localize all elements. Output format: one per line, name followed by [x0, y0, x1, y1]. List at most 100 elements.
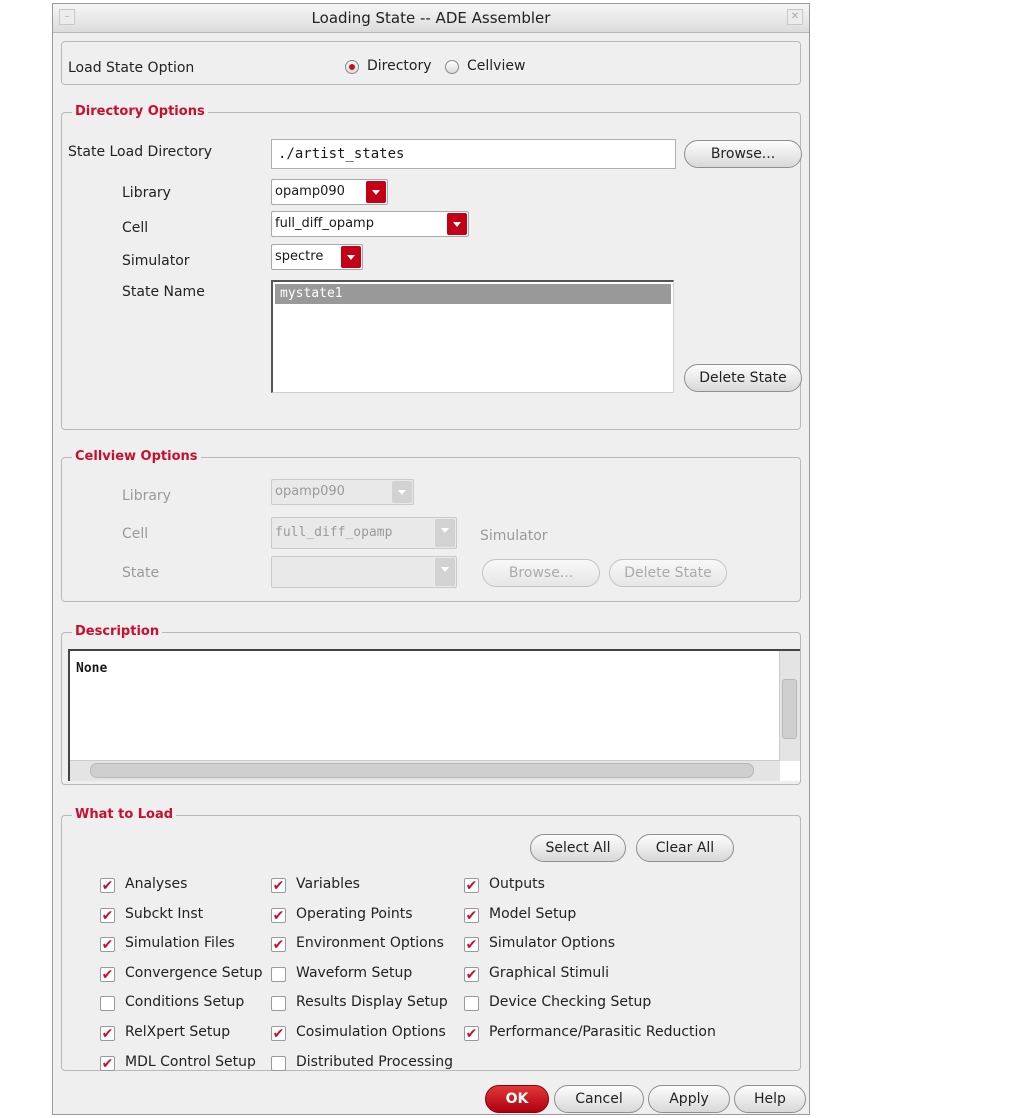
cellview-cell-value: full_diff_opamp	[275, 525, 393, 540]
chevron-down-icon[interactable]	[392, 481, 412, 503]
select-all-button[interactable]: Select All	[530, 834, 626, 862]
directory-radio[interactable]	[345, 60, 359, 74]
cellview-options-group: Cellview Options Library opamp090 Cell f…	[61, 449, 801, 602]
ok-button[interactable]: OK	[485, 1085, 549, 1113]
checkbox-label[interactable]: Graphical Stimuli	[489, 965, 609, 981]
chevron-down-icon[interactable]	[447, 213, 467, 235]
description-title: Description	[72, 624, 163, 640]
list-item[interactable]: mystate1	[275, 284, 671, 304]
cellview-radio-label[interactable]: Cellview	[467, 58, 525, 74]
clear-all-button[interactable]: Clear All	[636, 834, 734, 862]
apply-button[interactable]: Apply	[648, 1085, 730, 1113]
cellview-state-label: State	[122, 565, 160, 581]
library-select[interactable]: opamp090	[271, 179, 388, 205]
cellview-state-select[interactable]	[271, 556, 457, 588]
cell-select[interactable]: full_diff_opamp	[271, 211, 469, 237]
directory-radio-label[interactable]: Directory	[367, 58, 432, 74]
checkbox-label[interactable]: Performance/Parasitic Reduction	[489, 1024, 716, 1040]
vertical-scrollbar[interactable]	[779, 651, 800, 761]
scroll-thumb[interactable]	[782, 679, 797, 739]
checkbox-label[interactable]: Operating Points	[296, 906, 413, 922]
checkbox-outputs[interactable]: ✔	[464, 878, 479, 893]
cell-select-value: full_diff_opamp	[275, 216, 374, 231]
checkbox-results-display-setup[interactable]	[271, 996, 286, 1011]
description-textarea[interactable]: None	[68, 649, 800, 781]
directory-options-title: Directory Options	[72, 104, 208, 120]
checkbox-label[interactable]: Simulator Options	[489, 935, 615, 951]
chevron-down-icon[interactable]	[435, 558, 455, 586]
checkbox-performance-parasitic-reduction[interactable]: ✔	[464, 1026, 479, 1041]
checkbox-model-setup[interactable]: ✔	[464, 908, 479, 923]
checkbox-label[interactable]: Variables	[296, 876, 360, 892]
loading-state-dialog: – Loading State -- ADE Assembler ✕ Load …	[52, 3, 810, 1115]
state-load-directory-label: State Load Directory	[68, 144, 213, 160]
help-button[interactable]: Help	[734, 1085, 806, 1113]
checkbox-label[interactable]: MDL Control Setup	[125, 1054, 256, 1070]
checkbox-label[interactable]: Distributed Processing	[296, 1054, 453, 1070]
simulator-select[interactable]: spectre	[271, 244, 363, 270]
checkbox-distributed-processing[interactable]	[271, 1056, 286, 1071]
horizontal-scrollbar[interactable]	[70, 760, 780, 781]
simulator-select-value: spectre	[275, 249, 324, 264]
checkbox-convergence-setup[interactable]: ✔	[100, 967, 115, 982]
load-state-option-label: Load State Option	[68, 60, 195, 76]
cell-label: Cell	[122, 220, 149, 236]
checkbox-label[interactable]: Outputs	[489, 876, 545, 892]
checkbox-label[interactable]: Conditions Setup	[125, 994, 244, 1010]
checkbox-label[interactable]: Simulation Files	[125, 935, 235, 951]
checkbox-simulator-options[interactable]: ✔	[464, 937, 479, 952]
title-bar[interactable]: – Loading State -- ADE Assembler ✕	[53, 4, 809, 33]
what-to-load-group: What to Load Select All Clear All ✔ Analy…	[61, 807, 801, 1071]
scroll-thumb[interactable]	[90, 763, 754, 778]
checkbox-mdl-control-setup[interactable]: ✔	[100, 1056, 115, 1071]
cellview-radio[interactable]	[445, 60, 459, 74]
checkbox-label[interactable]: Subckt Inst	[125, 906, 203, 922]
checkbox-subckt-inst[interactable]: ✔	[100, 908, 115, 923]
cellview-library-label: Library	[122, 488, 171, 504]
checkbox-operating-points[interactable]: ✔	[271, 908, 286, 923]
checkbox-cosimulation-options[interactable]: ✔	[271, 1026, 286, 1041]
state-load-directory-input[interactable]: ./artist_states	[271, 139, 676, 169]
checkbox-conditions-setup[interactable]	[100, 996, 115, 1011]
cellview-delete-state-button[interactable]: Delete State	[609, 559, 727, 587]
checkbox-label[interactable]: Convergence Setup	[125, 965, 263, 981]
checkbox-environment-options[interactable]: ✔	[271, 937, 286, 952]
checkbox-label[interactable]: Environment Options	[296, 935, 444, 951]
checkbox-analyses[interactable]: ✔	[100, 878, 115, 893]
checkbox-label[interactable]: Waveform Setup	[296, 965, 412, 981]
chevron-down-icon[interactable]	[341, 246, 361, 268]
checkbox-label[interactable]: Analyses	[125, 876, 187, 892]
description-text: None	[76, 661, 108, 676]
simulator-label: Simulator	[122, 253, 190, 269]
checkbox-variables[interactable]: ✔	[271, 878, 286, 893]
browse-button[interactable]: Browse...	[684, 140, 802, 168]
checkbox-label[interactable]: Results Display Setup	[296, 994, 448, 1010]
checkbox-label[interactable]: Cosimulation Options	[296, 1024, 446, 1040]
cellview-browse-button[interactable]: Browse...	[482, 559, 600, 587]
chevron-down-icon[interactable]	[366, 181, 386, 203]
cellview-cell-select[interactable]: full_diff_opamp	[271, 517, 457, 549]
description-group: Description None	[61, 624, 801, 785]
cellview-library-select[interactable]: opamp090	[271, 479, 414, 505]
cancel-button[interactable]: Cancel	[554, 1085, 644, 1113]
checkbox-waveform-setup[interactable]	[271, 967, 286, 982]
load-state-option-group: Load State Option Directory Cellview	[61, 41, 801, 85]
directory-options-group: Directory Options State Load Directory .…	[61, 104, 802, 430]
checkbox-label[interactable]: Model Setup	[489, 906, 576, 922]
checkbox-graphical-stimuli[interactable]: ✔	[464, 967, 479, 982]
checkbox-label[interactable]: Device Checking Setup	[489, 994, 651, 1010]
delete-state-button[interactable]: Delete State	[684, 364, 802, 392]
cellview-cell-label: Cell	[122, 526, 149, 542]
cellview-simulator-label: Simulator	[480, 528, 548, 544]
cellview-options-title: Cellview Options	[72, 449, 201, 465]
state-name-label: State Name	[122, 284, 205, 300]
checkbox-label[interactable]: RelXpert Setup	[125, 1024, 230, 1040]
checkbox-simulation-files[interactable]: ✔	[100, 937, 115, 952]
checkbox-device-checking-setup[interactable]	[464, 996, 479, 1011]
library-label: Library	[122, 185, 171, 201]
close-icon[interactable]: ✕	[787, 9, 803, 25]
state-name-list[interactable]: mystate1	[271, 280, 674, 393]
chevron-down-icon[interactable]	[435, 519, 455, 547]
checkbox-relxpert-setup[interactable]: ✔	[100, 1026, 115, 1041]
cellview-library-value: opamp090	[275, 484, 345, 499]
